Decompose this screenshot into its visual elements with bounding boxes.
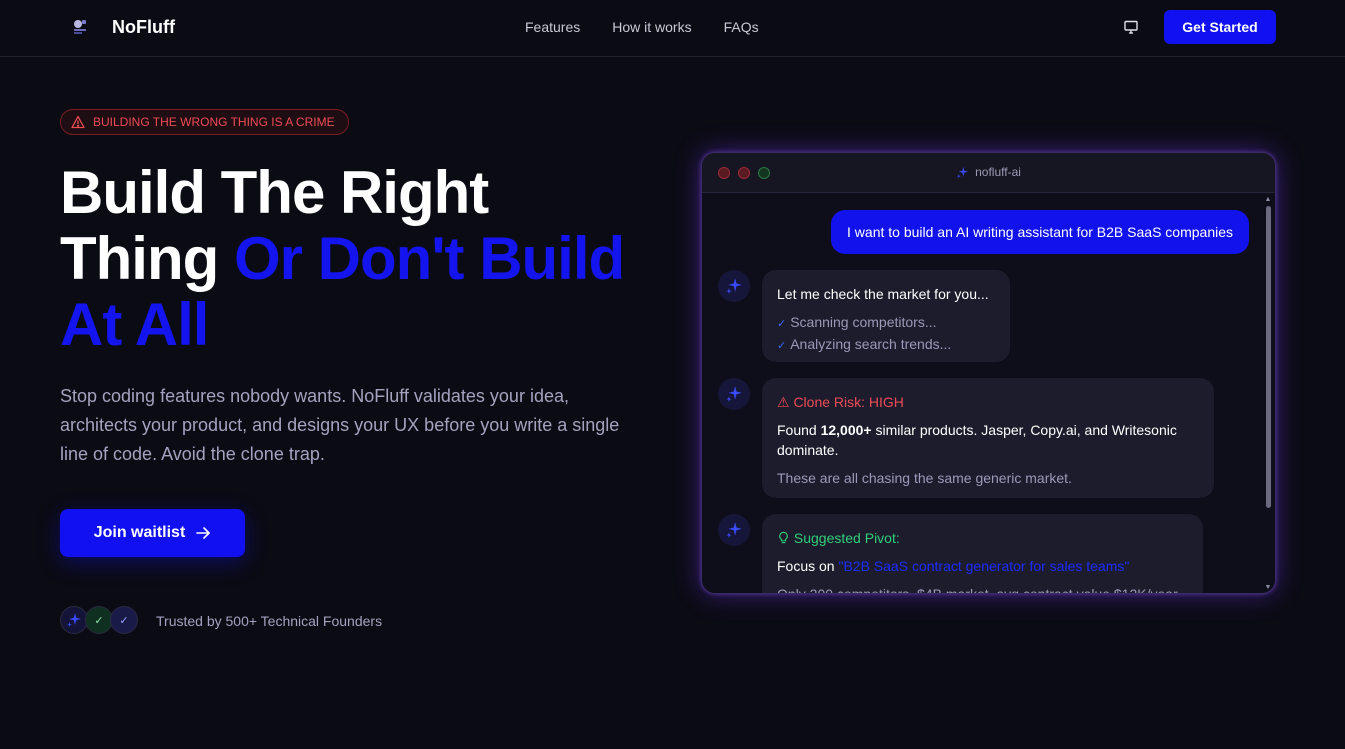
top-nav: NoFluff Features How it works FAQs Get S… — [0, 0, 1345, 57]
sparkle-icon — [956, 166, 969, 178]
avatar-check-green: ✓ — [85, 606, 113, 634]
lightbulb-icon — [779, 531, 788, 544]
scroll-up-arrow[interactable]: ▲ — [1264, 196, 1272, 203]
sparkle-icon — [726, 278, 742, 294]
window-title: nofluff-ai — [702, 165, 1275, 179]
clone-risk-heading: ⚠ Clone Risk: HIGH — [777, 394, 904, 410]
scroll-down-arrow[interactable]: ▼ — [1264, 584, 1272, 591]
check-icon: ✓ — [777, 318, 787, 330]
nav-link-features[interactable]: Features — [525, 19, 580, 35]
warning-triangle-icon — [71, 115, 85, 129]
scrollbar-thumb[interactable] — [1266, 206, 1271, 508]
monitor-icon[interactable] — [1123, 19, 1139, 35]
headline-word: Thing — [60, 225, 219, 292]
pivot-focus: Focus on "B2B SaaS contract generator fo… — [777, 558, 1130, 574]
join-waitlist-button[interactable]: Join waitlist — [60, 509, 245, 557]
avatar-check-blue: ✓ — [110, 606, 138, 634]
hero-headline: Build The Right Thing Or Don't Build At … — [60, 160, 660, 358]
chat-feed[interactable]: I want to build an AI writing assistant … — [702, 194, 1275, 593]
headline-accent-1: Or Don't Build — [233, 225, 625, 292]
nav-link-how-it-works[interactable]: How it works — [612, 19, 691, 35]
bot-avatar — [718, 378, 750, 410]
headline-accent-2: At All — [60, 291, 209, 358]
status-step: ✓ Scanning competitors... — [777, 314, 937, 330]
bot-avatar — [718, 514, 750, 546]
window-title-text: nofluff-ai — [975, 165, 1021, 179]
join-waitlist-label: Join waitlist — [93, 524, 186, 541]
brand-name[interactable]: NoFluff — [112, 17, 175, 38]
sparkle-icon — [726, 522, 742, 538]
headline-line-1: Build The Right — [60, 159, 489, 226]
market-note: These are all chasing the same generic m… — [777, 470, 1072, 486]
message-text: Let me check the market for you... — [777, 286, 989, 302]
arrow-right-icon — [196, 527, 211, 539]
nav-links: Features How it works FAQs — [525, 19, 759, 35]
bot-avatar — [718, 270, 750, 302]
check-icon: ✓ — [777, 340, 787, 352]
hero-subtitle: Stop coding features nobody wants. NoFlu… — [60, 386, 620, 464]
pivot-detail: Only 200 competitors, $4B market, avg co… — [777, 584, 1188, 593]
founder-avatars: ✓ ✓ — [60, 606, 142, 636]
status-step: ✓ Analyzing search trends... — [777, 336, 952, 352]
badge-text: BUILDING THE WRONG THING IS A CRIME — [93, 115, 335, 129]
bot-message-clone-risk: ⚠ Clone Risk: HIGH Found 12,000+ similar… — [762, 378, 1214, 498]
logo-icon[interactable] — [72, 18, 88, 36]
chat-window: nofluff-ai I want to build an AI writing… — [701, 152, 1276, 594]
warning-badge: BUILDING THE WRONG THING IS A CRIME — [60, 109, 349, 135]
sparkle-icon — [67, 613, 81, 627]
found-text: Found 12,000+ similar products. Jasper, … — [777, 422, 1177, 458]
bot-message-pivot: Suggested Pivot: Focus on "B2B SaaS cont… — [762, 514, 1203, 593]
get-started-button[interactable]: Get Started — [1164, 10, 1276, 44]
user-message: I want to build an AI writing assistant … — [831, 210, 1249, 254]
pivot-heading: Suggested Pivot: — [777, 528, 1188, 548]
sparkle-icon — [726, 386, 742, 402]
trust-text: Trusted by 500+ Technical Founders — [156, 613, 383, 629]
bot-message-checking: Let me check the market for you... ✓ Scan… — [762, 270, 1010, 362]
avatar-sparkle — [60, 606, 88, 634]
window-titlebar: nofluff-ai — [702, 153, 1275, 193]
nav-link-faqs[interactable]: FAQs — [724, 19, 759, 35]
trust-row: ✓ ✓ Trusted by 500+ Technical Founders — [60, 606, 382, 636]
